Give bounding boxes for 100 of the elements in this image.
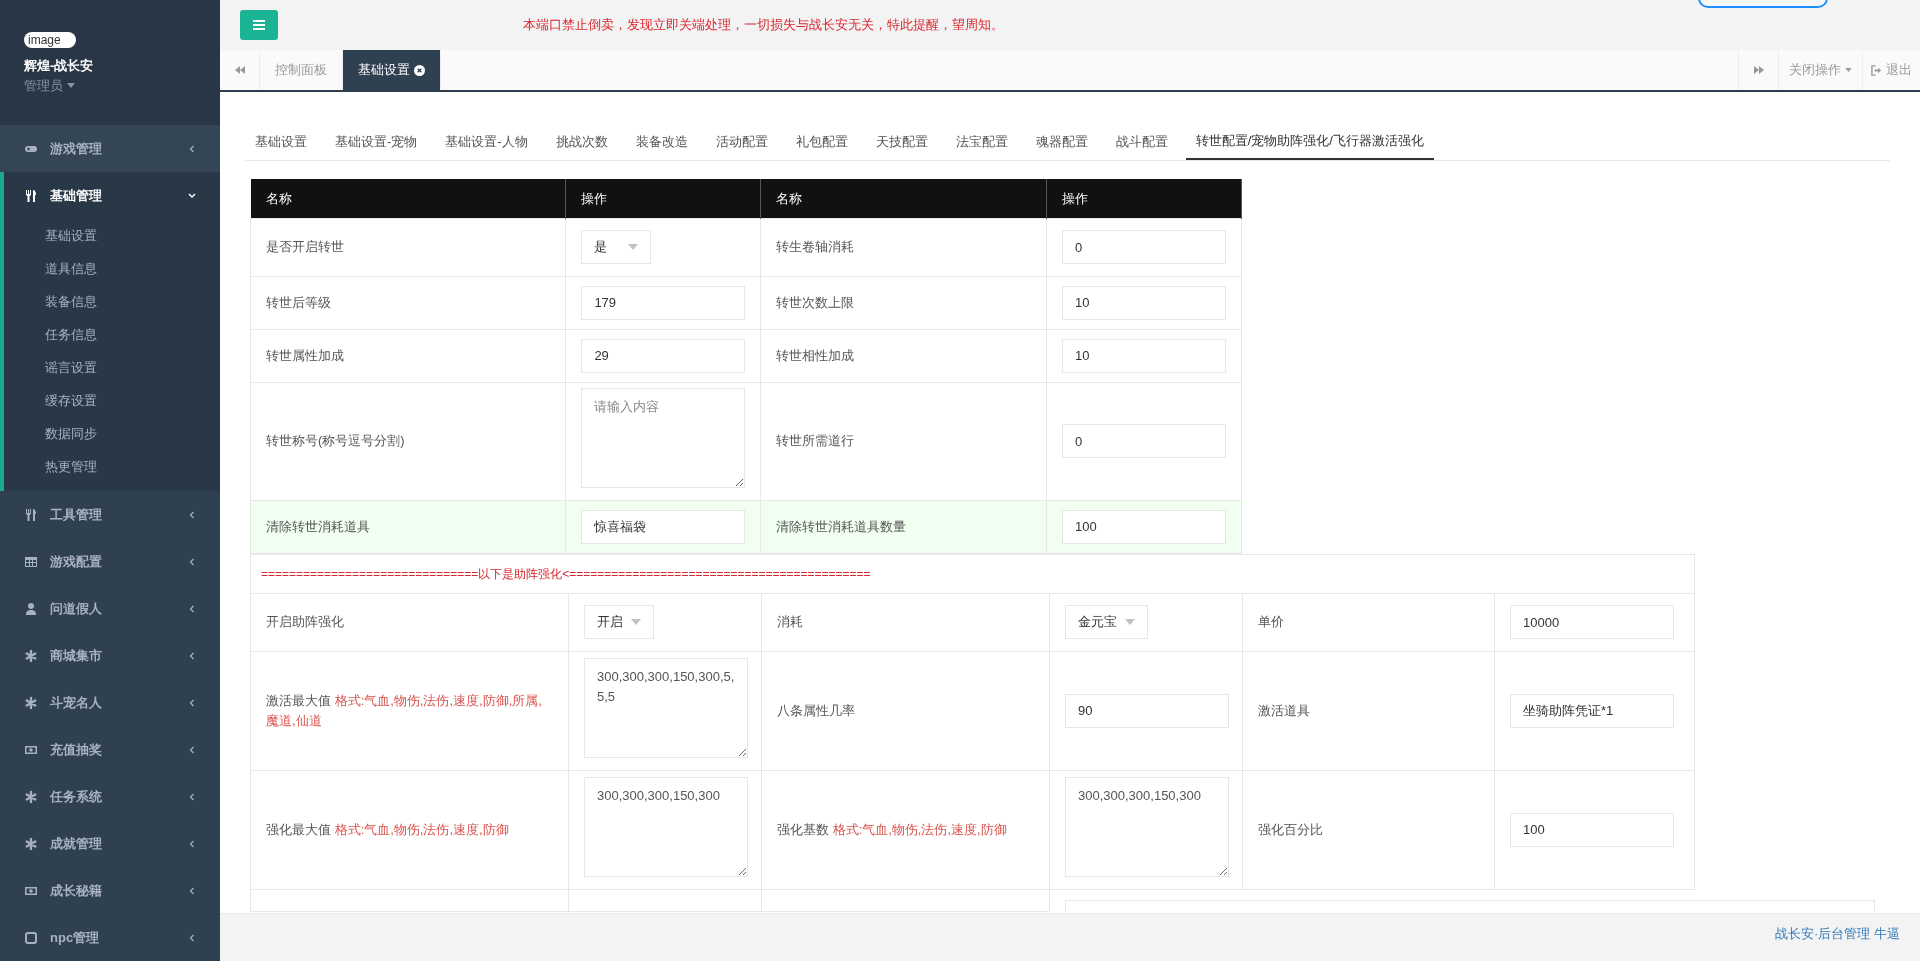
double-left-icon (234, 66, 245, 74)
table-cell: 开启助阵强化 (250, 593, 569, 651)
settings-tab[interactable]: 基础设置 (245, 124, 317, 160)
settings-tab[interactable]: 活动配置 (705, 124, 778, 160)
input-field[interactable]: 29 (581, 338, 746, 373)
footer-text: 战长安·后台管理 牛逼 (1775, 925, 1900, 943)
chevron-left-icon (188, 745, 196, 754)
text-area[interactable]: 请输入内容 (581, 388, 746, 489)
select-field[interactable]: 是 (581, 230, 652, 264)
sidebar-item[interactable]: 游戏配置 (0, 538, 220, 585)
asterisk-icon (24, 789, 38, 804)
chevron-left-icon (188, 604, 196, 613)
sidebar-subitem[interactable]: 基础设置 (4, 219, 220, 252)
settings-tab[interactable]: 挑战次数 (545, 124, 618, 160)
sidebar-item[interactable]: 问道假人 (0, 585, 220, 632)
section-banner: ===============================以下是助阵强化<=========================================== (250, 554, 1695, 593)
table-cell: 强化百分比 (1242, 770, 1495, 889)
table-cell: 转世称号(称号逗号分割) (250, 382, 566, 500)
menu-button[interactable] (240, 10, 278, 40)
input-field[interactable]: 惊喜福袋 (581, 509, 746, 544)
chevron-left-icon (188, 651, 196, 660)
table-cell: 八条属性几率 (761, 651, 1050, 770)
table-cell: 转生卷轴消耗 (760, 218, 1047, 276)
input-field[interactable]: 10 (1062, 338, 1226, 373)
sidebar-subitem[interactable]: 道具信息 (4, 252, 220, 285)
settings-tab[interactable]: 法宝配置 (945, 124, 1018, 160)
settings-tab[interactable]: 魂器配置 (1025, 124, 1098, 160)
double-right-icon (1753, 66, 1764, 74)
input-field[interactable]: 179 (581, 285, 746, 320)
table-cell: 激活道具 (1242, 651, 1495, 770)
table-cell: 转世次数上限 (760, 276, 1047, 329)
input-field[interactable]: 100 (1062, 509, 1226, 544)
table-cell: 转世相性加成 (760, 329, 1047, 382)
sidebar-item[interactable]: 斗宠名人 (0, 679, 220, 726)
table-cell: 转世所需道行 (760, 382, 1047, 500)
cutlery-icon (24, 507, 38, 522)
chevron-down-icon (188, 191, 196, 200)
chevron-left-icon (188, 510, 196, 519)
sidebar-subitem[interactable]: 任务信息 (4, 318, 220, 351)
sidebar-subitem[interactable]: 缓存设置 (4, 384, 220, 417)
table-cell: 是否开启转世 (250, 218, 566, 276)
close-icon[interactable] (414, 64, 425, 76)
sidebar-item[interactable]: npc管理 (0, 914, 220, 961)
profile-name: 辉煌-战长安 (24, 57, 95, 75)
sidebar-item[interactable]: 成长秘籍 (0, 867, 220, 914)
sidebar-subitem[interactable]: 谣言设置 (4, 351, 220, 384)
sidebar-subitem[interactable]: 热更管理 (4, 450, 220, 483)
square-icon (24, 930, 38, 945)
chevron-left-icon (188, 144, 196, 153)
asterisk-icon (24, 648, 38, 663)
table-cell: 强化最大值 格式:气血,物伤,法伤,速度,防御 (250, 770, 569, 889)
sidebar-item[interactable]: 充值抽奖 (0, 726, 220, 773)
sidebar-item[interactable]: 基础管理 (4, 172, 220, 219)
table-cell: 激活最大值 格式:气血,物伤,法伤,速度,防御,所属,魔道,仙道 (250, 651, 569, 770)
user-icon (24, 601, 38, 616)
settings-tab[interactable]: 装备改造 (625, 124, 698, 160)
asterisk-icon (24, 695, 38, 710)
text-area[interactable]: 300,300,300,150,300,5,5,5 (584, 657, 748, 758)
page-tab[interactable]: 基础设置 (343, 50, 441, 90)
sidebar-item[interactable]: 工具管理 (0, 491, 220, 538)
chevron-left-icon (188, 933, 196, 942)
chevron-left-icon (188, 792, 196, 801)
cutlery-icon (24, 188, 38, 203)
caret-icon (67, 82, 75, 88)
role-menu[interactable]: 管理员 (24, 75, 196, 95)
input-field[interactable]: 0 (1062, 424, 1226, 458)
settings-tab[interactable]: 基础设置-人物 (435, 124, 538, 160)
chevron-left-icon (188, 886, 196, 895)
text-area[interactable]: 300,300,300,150,300 (1065, 776, 1229, 877)
settings-tab[interactable]: 战斗配置 (1105, 124, 1178, 160)
caret-icon (1125, 619, 1135, 625)
input-field[interactable] (1065, 899, 1875, 912)
notice-text: 本端口禁止倒卖，发现立即关端处理，一切损失与战长安无关，特此提醒，望周知。 (523, 16, 1004, 35)
sidebar-subitem[interactable]: 数据同步 (4, 417, 220, 450)
settings-tab[interactable]: 礼包配置 (785, 124, 858, 160)
input-field[interactable]: 坐骑助阵凭证*1 (1510, 693, 1674, 728)
sidebar-subitem[interactable]: 装备信息 (4, 285, 220, 318)
input-field[interactable]: 0 (1062, 230, 1226, 264)
select-field[interactable]: 金元宝 (1065, 605, 1148, 639)
table-cell: 强化基数 格式:气血,物伤,法伤,速度,防御 (761, 770, 1050, 889)
sidebar-item[interactable]: 成就管理 (0, 820, 220, 867)
input-field[interactable]: 90 (1065, 693, 1229, 728)
sidebar-item[interactable]: 游戏管理 (0, 125, 220, 172)
table-cell: 转世后等级 (250, 276, 566, 329)
table-cell: 消耗 (761, 593, 1050, 651)
chevron-left-icon (188, 557, 196, 566)
chevron-left-icon (188, 839, 196, 848)
select-field[interactable]: 开启 (584, 605, 654, 639)
caret-icon (1845, 68, 1852, 72)
column-header: 名称 (250, 179, 566, 218)
text-area[interactable]: 300,300,300,150,300 (584, 776, 748, 877)
sidebar-item[interactable]: 商城集市 (0, 632, 220, 679)
input-field[interactable]: 10 (1062, 285, 1226, 320)
settings-tab[interactable]: 转世配置/宠物助阵强化/飞行器激活强化 (1185, 124, 1434, 160)
sidebar-item[interactable]: 任务系统 (0, 773, 220, 820)
input-field[interactable]: 10000 (1510, 605, 1674, 639)
input-field[interactable]: 100 (1510, 812, 1674, 847)
logout-icon (1871, 64, 1882, 76)
settings-tab[interactable]: 天技配置 (865, 124, 938, 160)
settings-tab[interactable]: 基础设置-宠物 (325, 124, 428, 160)
